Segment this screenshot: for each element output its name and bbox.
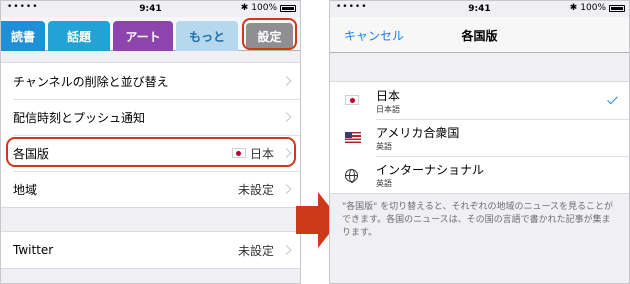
row-label: チャンネルの削除と並び替え [13, 74, 169, 89]
edition-name: アメリカ合衆国 [376, 126, 460, 140]
edition-row-usa[interactable]: アメリカ合衆国 英語 [330, 119, 629, 156]
status-bar: ••••• 9:41 ✱ 100% [330, 1, 629, 17]
account-list: Twitter 未設定 [1, 231, 300, 269]
edition-language: 英語 [376, 179, 392, 188]
battery-icon [280, 4, 296, 12]
edition-row-international[interactable]: インターナショナル 英語 [330, 156, 629, 193]
edition-list: 日本 日本語 アメリカ合衆国 英語 インターナショナル 英語 [330, 81, 629, 194]
globe-icon [345, 169, 358, 183]
status-time: 9:41 [468, 4, 491, 14]
battery-icon [609, 4, 625, 12]
battery-percent: 100% [580, 3, 606, 13]
edition-row-japan[interactable]: 日本 日本語 [330, 82, 629, 119]
edition-picker-screen: ••••• 9:41 ✱ 100% キャンセル 各国版 日本 日本語 アメリカ合… [329, 0, 630, 284]
nav-bar: キャンセル 各国版 [330, 17, 629, 53]
battery-percent: 100% [251, 3, 277, 13]
edition-name: インターナショナル [376, 163, 485, 177]
region-value: 未設定 [237, 182, 274, 197]
edition-footnote: "各国版" を切り替えると、それぞれの地域のニュースを見ることができます。各国の… [342, 202, 614, 238]
channel-tab-bar: 読書 話題 アート もっと 設定 [1, 17, 300, 51]
twitter-value: 未設定 [237, 243, 274, 258]
page-title: 各国版 [461, 29, 498, 43]
edition-name: 日本 [376, 89, 401, 103]
settings-list: チャンネルの削除と並び替え 配信時刻とプッシュ通知 各国版 日本 地域 未設定 [1, 62, 300, 208]
chevron-right-icon [281, 184, 292, 194]
tab-more[interactable]: もっと [176, 21, 238, 51]
edition-language: 英語 [376, 142, 392, 151]
signal-indicator: ••••• [336, 2, 368, 12]
tab-reading[interactable]: 読書 [1, 21, 45, 51]
status-time: 9:41 [139, 4, 162, 14]
signal-indicator: ••••• [7, 2, 39, 12]
bluetooth-icon: ✱ [569, 3, 578, 13]
row-twitter[interactable]: Twitter 未設定 [1, 232, 300, 268]
status-bar: ••••• 9:41 ✱ 100% [1, 1, 300, 17]
chevron-right-icon [281, 245, 292, 255]
settings-highlight-ring [242, 18, 297, 50]
usa-flag-icon [345, 132, 361, 143]
chevron-right-icon [281, 76, 292, 86]
checkmark-icon [607, 93, 618, 105]
row-channel-manage[interactable]: チャンネルの削除と並び替え [1, 63, 300, 99]
row-label: 地域 [13, 182, 38, 197]
edition-language: 日本語 [376, 105, 400, 114]
edition-highlight-ring [6, 137, 296, 167]
tab-topics[interactable]: 話題 [48, 21, 110, 51]
tab-art[interactable]: アート [113, 21, 173, 51]
row-label: 配信時刻とプッシュ通知 [13, 110, 146, 125]
row-push-notifications[interactable]: 配信時刻とプッシュ通知 [1, 99, 300, 135]
bluetooth-icon: ✱ [240, 3, 249, 13]
chevron-right-icon [281, 112, 292, 122]
settings-screen: ••••• 9:41 ✱ 100% 読書 話題 アート もっと 設定 チャンネル… [0, 0, 301, 284]
row-region[interactable]: 地域 未設定 [1, 171, 300, 207]
row-label: Twitter [13, 243, 54, 257]
japan-flag-icon [345, 95, 359, 105]
